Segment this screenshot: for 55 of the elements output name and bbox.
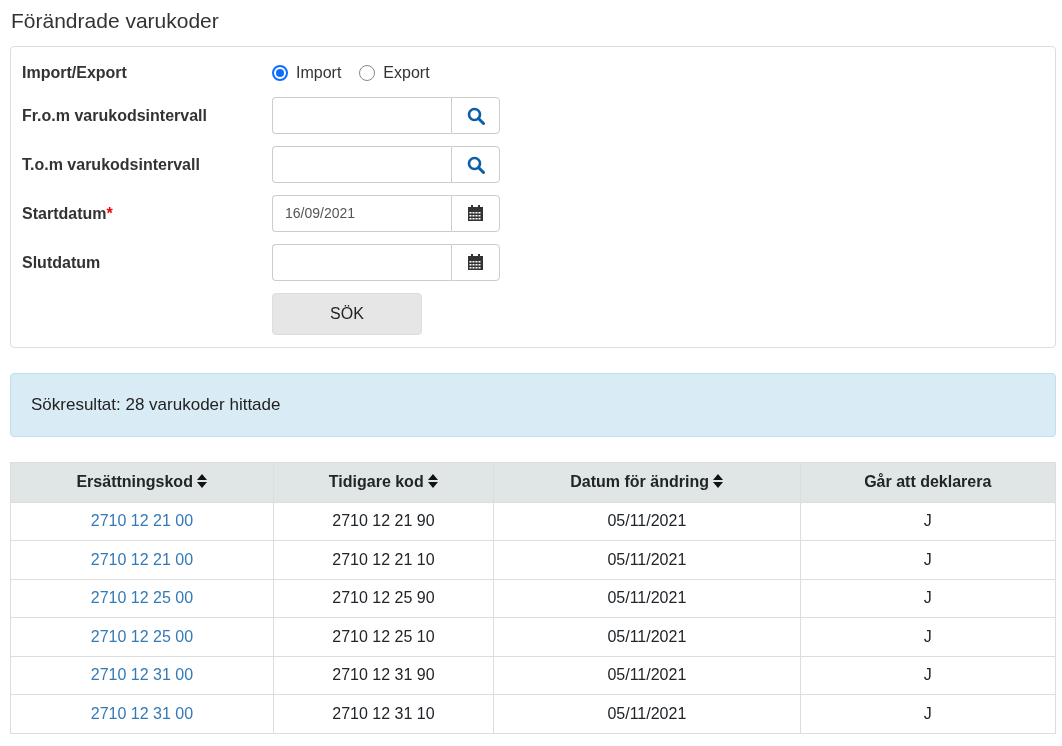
- field-label: Slutdatum: [22, 252, 102, 273]
- radio-label[interactable]: Import: [296, 61, 342, 86]
- table-cell: J: [800, 694, 1056, 734]
- column-header[interactable]: Tidigare kod: [328, 473, 424, 491]
- column-header[interactable]: Datum för ändring: [570, 473, 709, 491]
- field-label: Fr.o.m varukodsintervall: [22, 105, 208, 126]
- table-cell: J: [800, 540, 1056, 580]
- table-cell: 2710 12 31 10: [273, 694, 494, 734]
- radio-label[interactable]: Export: [383, 61, 430, 86]
- search-button[interactable]: [451, 146, 500, 184]
- table-cell: 2710 12 25 10: [273, 617, 494, 657]
- date-field[interactable]: [272, 244, 451, 282]
- code-link[interactable]: 2710 12 25 00: [90, 627, 194, 645]
- page-title: Förändrade varukoder: [11, 8, 220, 34]
- table-cell: 05/11/2021: [493, 656, 800, 695]
- sort-icon[interactable]: [428, 474, 439, 489]
- sort-icon[interactable]: [197, 474, 208, 489]
- table-cell: 05/11/2021: [493, 617, 800, 657]
- table-cell: 05/11/2021: [493, 540, 800, 580]
- radio-button[interactable]: [359, 65, 376, 82]
- search-field[interactable]: [272, 97, 451, 135]
- code-link[interactable]: 2710 12 21 00: [90, 512, 194, 530]
- table-cell: 05/11/2021: [493, 579, 800, 618]
- code-link[interactable]: 2710 12 25 00: [90, 589, 194, 607]
- column-header: Går att deklarera: [864, 473, 992, 491]
- result-alert: Sökresultat: 28 varukoder hittade: [10, 373, 1056, 437]
- column-header[interactable]: Ersättningskod: [76, 473, 193, 491]
- search-icon: [466, 106, 485, 125]
- date-field[interactable]: 16/09/2021: [272, 195, 451, 233]
- search-button[interactable]: [451, 97, 500, 135]
- table-cell: 05/11/2021: [493, 502, 800, 541]
- search-field[interactable]: [272, 146, 451, 184]
- search-icon: [466, 155, 485, 174]
- field-label: Startdatum*: [22, 203, 114, 224]
- code-link[interactable]: 2710 12 31 00: [90, 704, 194, 722]
- table-cell: 2710 12 31 90: [273, 656, 494, 695]
- radio-button[interactable]: [272, 65, 288, 82]
- table-cell: 05/11/2021: [493, 694, 800, 734]
- table-cell: J: [800, 502, 1056, 541]
- field-label: T.o.m varukodsintervall: [22, 154, 201, 175]
- calendar-button[interactable]: [451, 244, 500, 282]
- field-label: Import/Export: [22, 63, 128, 84]
- calendar-icon: [467, 254, 484, 272]
- table-cell: 2710 12 25 90: [273, 579, 494, 618]
- table-cell: J: [800, 579, 1056, 618]
- table-cell: 2710 12 21 10: [273, 540, 494, 580]
- calendar-icon: [467, 205, 484, 223]
- code-link[interactable]: 2710 12 21 00: [90, 550, 194, 568]
- table-cell: J: [800, 656, 1056, 695]
- calendar-button[interactable]: [451, 195, 500, 233]
- code-link[interactable]: 2710 12 31 00: [90, 666, 194, 684]
- table-cell: J: [800, 617, 1056, 657]
- sort-icon[interactable]: [713, 474, 724, 489]
- table-cell: 2710 12 21 90: [273, 502, 494, 541]
- search-submit-button[interactable]: SÖK: [272, 293, 422, 336]
